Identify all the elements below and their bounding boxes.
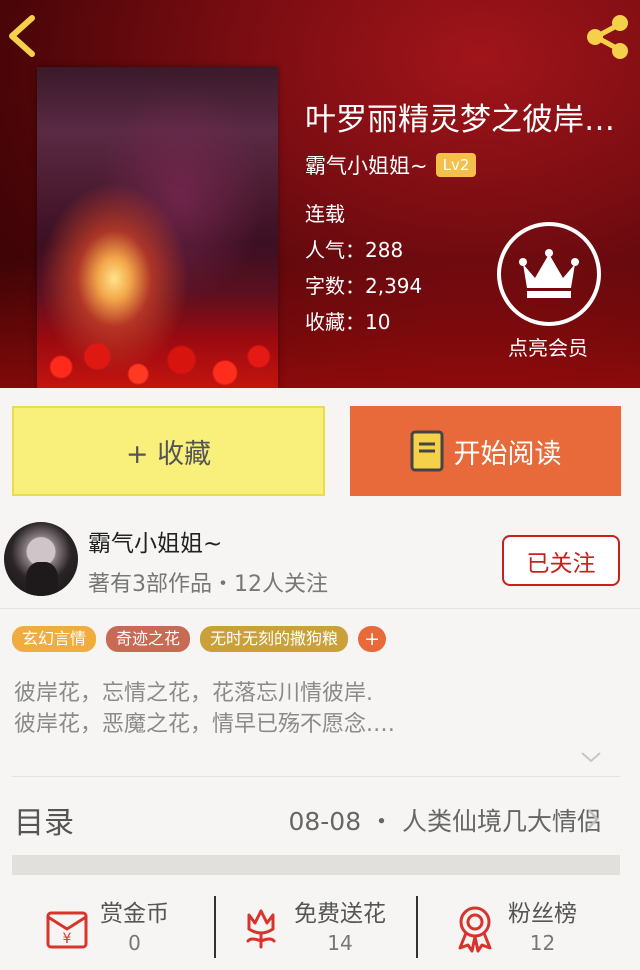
toc-label[interactable]: 目录 — [14, 798, 74, 842]
tag-item[interactable]: 无时无刻的撒狗粮 — [200, 626, 349, 652]
favorites-text: 收藏：10 — [305, 310, 391, 334]
status-text: 连载 — [305, 202, 345, 226]
fan-ranking-button[interactable]: 粉丝榜 12 — [450, 893, 577, 963]
share-icon[interactable] — [584, 14, 632, 60]
latest-chapter[interactable]: 08-08 ・ 人类仙境几大情侣 — [288, 802, 602, 838]
add-tag-button[interactable]: + — [358, 626, 387, 652]
fans-label: 粉丝榜 — [508, 901, 577, 927]
book-cover[interactable] — [37, 67, 278, 388]
section-divider — [12, 855, 620, 875]
author-name[interactable]: 霸气小姐姐~ — [305, 150, 428, 180]
author-line[interactable]: 霸气小姐姐~ Lv2 — [305, 150, 477, 180]
back-arrow-icon[interactable] — [4, 12, 40, 60]
flower-value: 14 — [327, 931, 353, 955]
chevron-right-icon[interactable] — [586, 808, 600, 830]
cover-flowers — [37, 318, 278, 388]
fans-value: 12 — [529, 931, 556, 955]
book-title: 叶罗丽精灵梦之彼岸… — [305, 102, 615, 138]
start-reading-button[interactable]: 开始阅读 — [350, 406, 621, 496]
book-icon — [410, 430, 443, 472]
author-meta: 著有3部作品・12人关注 — [88, 572, 328, 597]
divider — [0, 608, 640, 609]
send-flower-button[interactable]: 免费送花 14 — [236, 893, 386, 963]
divider — [214, 896, 216, 958]
description-line: 彼岸花，恶魔之花，情早已殇不愿念.… — [14, 712, 395, 737]
crown-icon — [519, 249, 579, 298]
level-badge: Lv2 — [435, 153, 477, 177]
chevron-down-icon[interactable] — [580, 750, 602, 764]
collect-button[interactable]: + 收藏 — [12, 406, 325, 496]
author-card-name[interactable]: 霸气小姐姐~ — [88, 524, 222, 558]
author-avatar[interactable] — [4, 522, 78, 596]
divider — [12, 776, 620, 777]
flower-icon — [246, 909, 276, 949]
book-description[interactable]: 彼岸花，忘情之花，花落忘川情彼岸. 彼岸花，恶魔之花，情早已殇不愿念.… — [14, 678, 614, 740]
red-envelope-icon: ¥ — [46, 911, 88, 949]
medal-icon — [458, 906, 492, 953]
tag-item[interactable]: 奇迹之花 — [106, 626, 191, 652]
divider — [416, 896, 418, 958]
follow-button[interactable]: 已关注 — [502, 535, 620, 586]
member-button[interactable] — [497, 222, 601, 326]
tag-item[interactable]: 玄幻言情 — [12, 626, 97, 652]
reward-value: 0 — [128, 931, 141, 955]
svg-text:¥: ¥ — [63, 931, 72, 947]
reward-coins-button[interactable]: ¥ 赏金币 0 — [42, 893, 169, 963]
tag-list: 玄幻言情 奇迹之花 无时无刻的撒狗粮 + — [12, 626, 387, 652]
word-count-text: 字数：2,394 — [305, 274, 423, 298]
description-line: 彼岸花，忘情之花，花落忘川情彼岸. — [14, 681, 373, 706]
book-header: 叶罗丽精灵梦之彼岸… 霸气小姐姐~ Lv2 连载 人气：288 字数：2,394… — [0, 0, 640, 388]
start-reading-label: 开始阅读 — [453, 438, 562, 470]
reward-label: 赏金币 — [100, 901, 169, 927]
flower-label: 免费送花 — [294, 901, 386, 927]
member-label[interactable]: 点亮会员 — [486, 332, 610, 361]
popularity-text: 人气：288 — [305, 238, 404, 262]
